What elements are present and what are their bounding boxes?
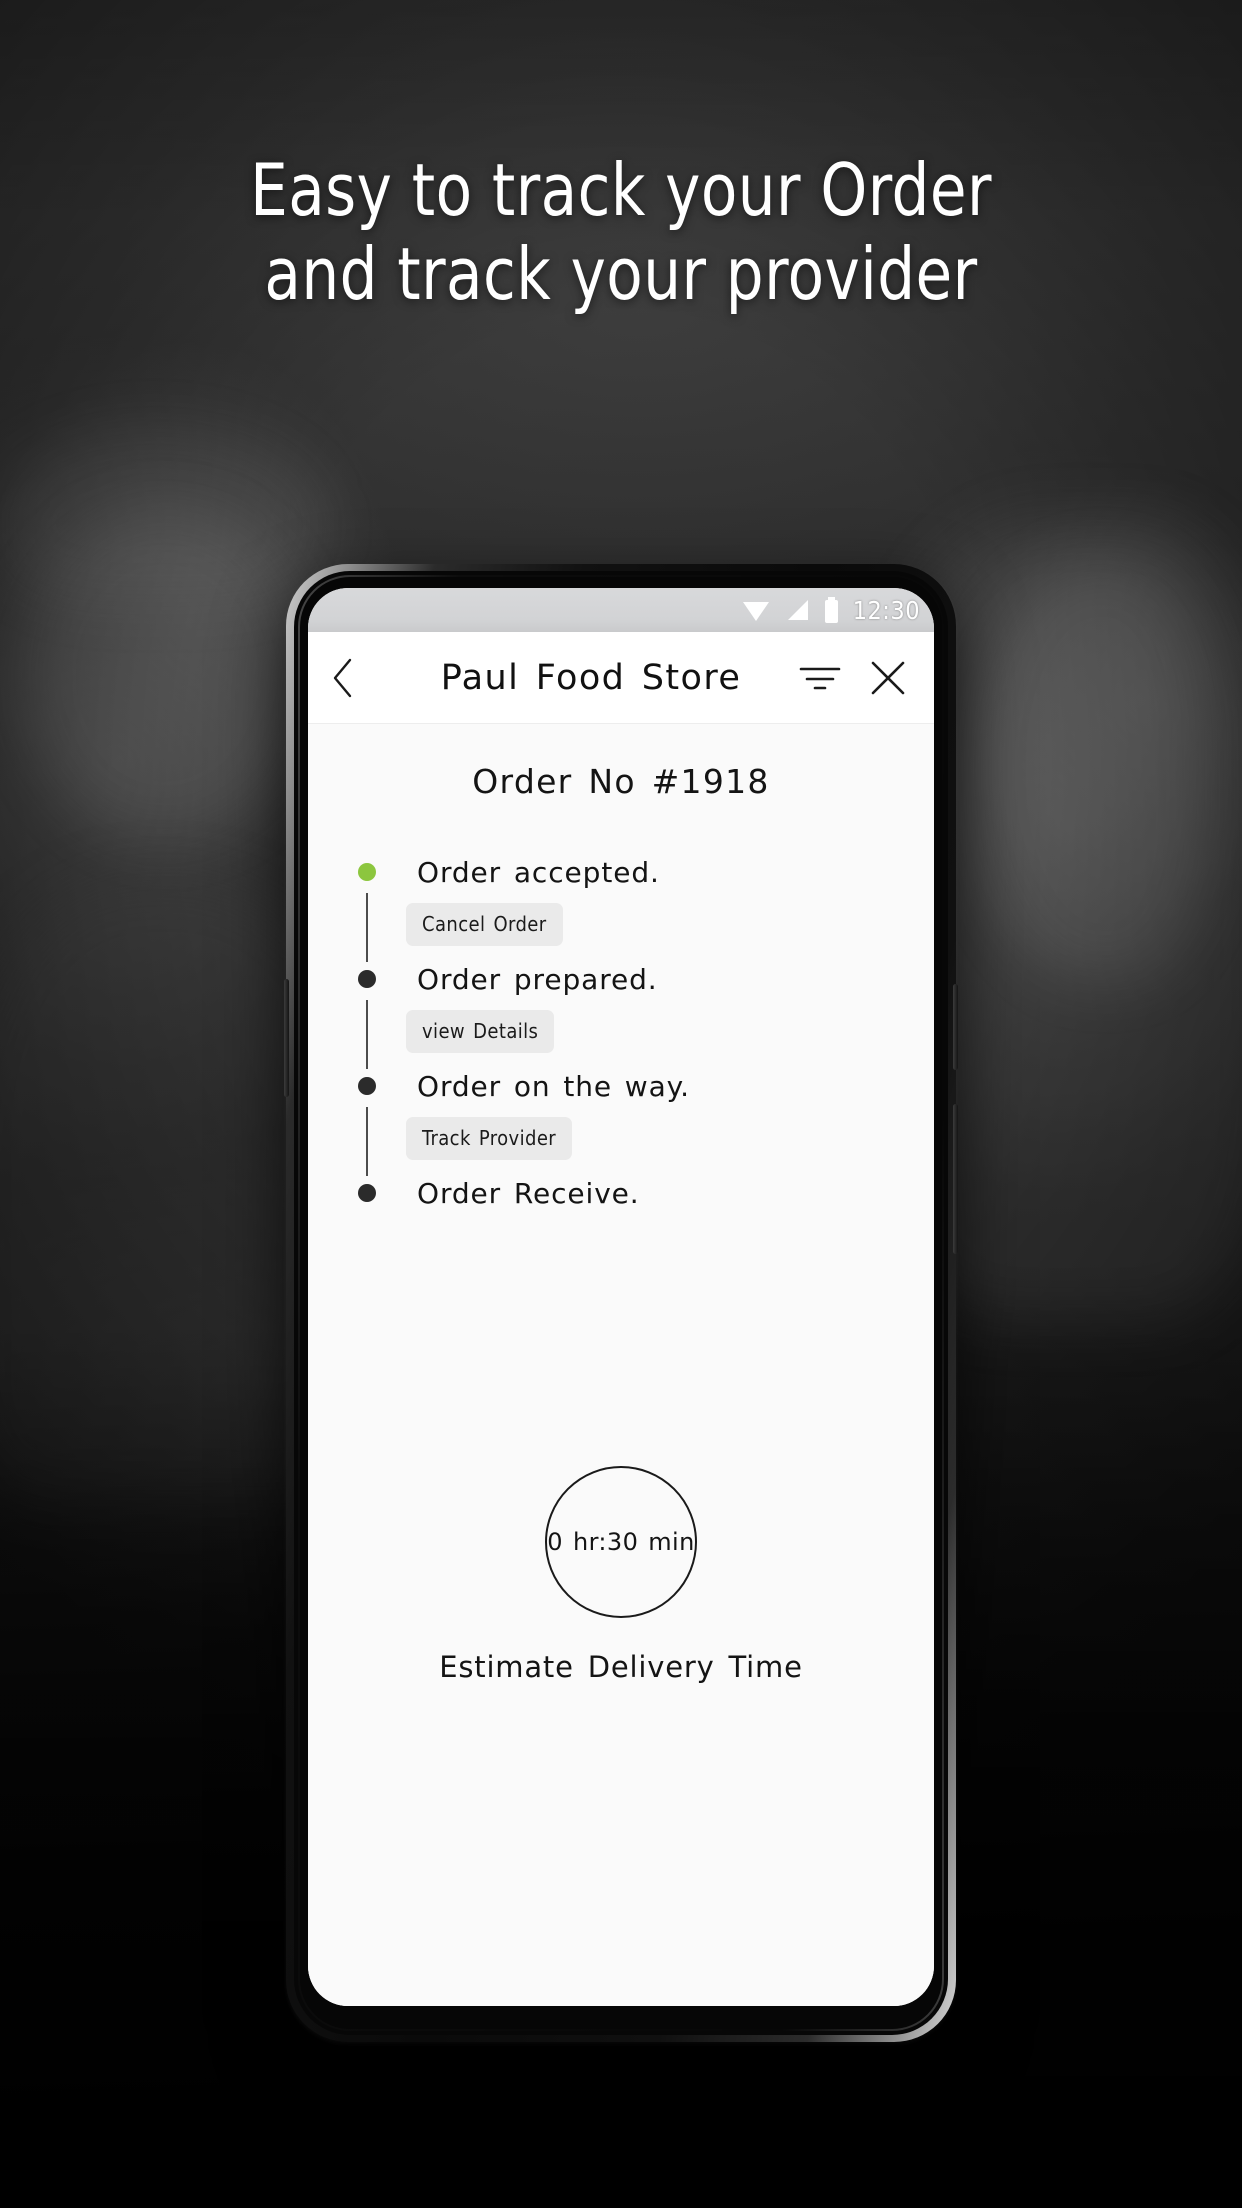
timeline-step-order-receive: Order Receive. bbox=[356, 1172, 934, 1214]
timeline-step-order-accepted: Order accepted. Cancel Order bbox=[356, 851, 934, 962]
timeline-row: Order prepared. bbox=[356, 958, 934, 1000]
promo-screenshot: Easy to track your Order and track your … bbox=[0, 0, 1242, 2208]
promo-headline-line-2: and track your provider bbox=[264, 232, 978, 316]
order-number: Order No #1918 bbox=[472, 762, 770, 801]
timeline-row: Order accepted. bbox=[356, 851, 934, 893]
status-dot-pending bbox=[358, 1184, 376, 1202]
timeline-step-label: Order accepted. bbox=[417, 855, 660, 889]
timeline-line bbox=[366, 893, 368, 962]
phone-screen: 12:30 Paul Food Store Order No #1918 Ord… bbox=[308, 588, 934, 2006]
app-header: Paul Food Store bbox=[308, 632, 934, 724]
timeline-connector: Cancel Order bbox=[356, 893, 934, 962]
timeline-connector: view Details bbox=[356, 1000, 934, 1069]
app-title: Paul Food Store bbox=[440, 657, 742, 698]
timeline-connector: Track Provider bbox=[356, 1107, 934, 1176]
phone-mockup: 12:30 Paul Food Store Order No #1918 Ord… bbox=[284, 564, 958, 2042]
estimate-time-value: 0 hr:30 min bbox=[547, 1528, 695, 1556]
filter-icon[interactable] bbox=[798, 661, 842, 695]
timeline-line bbox=[366, 1000, 368, 1069]
view-details-button[interactable]: view Details bbox=[406, 1010, 555, 1053]
timeline-step-label: Order Receive. bbox=[417, 1176, 640, 1210]
status-bar-time: 12:30 bbox=[852, 595, 920, 625]
chevron-left-icon bbox=[333, 658, 352, 697]
cancel-order-button[interactable]: Cancel Order bbox=[406, 903, 563, 946]
header-actions bbox=[798, 658, 908, 698]
timeline-step-label: Order on the way. bbox=[417, 1069, 690, 1103]
track-provider-button[interactable]: Track Provider bbox=[406, 1117, 573, 1160]
promo-headline-line-1: Easy to track your Order bbox=[250, 148, 992, 232]
timeline-row: Order on the way. bbox=[356, 1065, 934, 1107]
timeline-step-order-prepared: Order prepared. view Details bbox=[356, 958, 934, 1069]
status-bar: 12:30 bbox=[308, 588, 934, 632]
timeline-row: Order Receive. bbox=[356, 1172, 934, 1214]
status-dot-pending bbox=[358, 1077, 376, 1095]
close-icon[interactable] bbox=[868, 658, 908, 698]
timeline-step-order-on-the-way: Order on the way. Track Provider bbox=[356, 1065, 934, 1176]
wifi-icon bbox=[742, 602, 769, 621]
phone-volume-button[interactable] bbox=[284, 979, 289, 1097]
timeline-line bbox=[366, 1107, 368, 1176]
phone-secondary-button[interactable] bbox=[953, 1104, 958, 1254]
status-dot-active bbox=[358, 863, 376, 881]
estimate-time-caption: Estimate Delivery Time bbox=[439, 1650, 803, 1684]
phone-power-button[interactable] bbox=[953, 984, 958, 1070]
status-dot-pending bbox=[358, 970, 376, 988]
estimate-time-circle: 0 hr:30 min bbox=[545, 1466, 697, 1618]
battery-icon bbox=[824, 597, 838, 623]
order-status-timeline: Order accepted. Cancel Order Order prepa… bbox=[308, 851, 934, 1214]
estimate-delivery-section: 0 hr:30 min Estimate Delivery Time bbox=[308, 1466, 934, 1684]
order-tracking-screen: Order No #1918 Order accepted. Cancel Or… bbox=[308, 724, 934, 2006]
timeline-step-label: Order prepared. bbox=[417, 962, 658, 996]
signal-icon bbox=[787, 600, 808, 620]
back-button[interactable] bbox=[330, 656, 384, 700]
promo-headline: Easy to track your Order and track your … bbox=[0, 148, 1242, 316]
